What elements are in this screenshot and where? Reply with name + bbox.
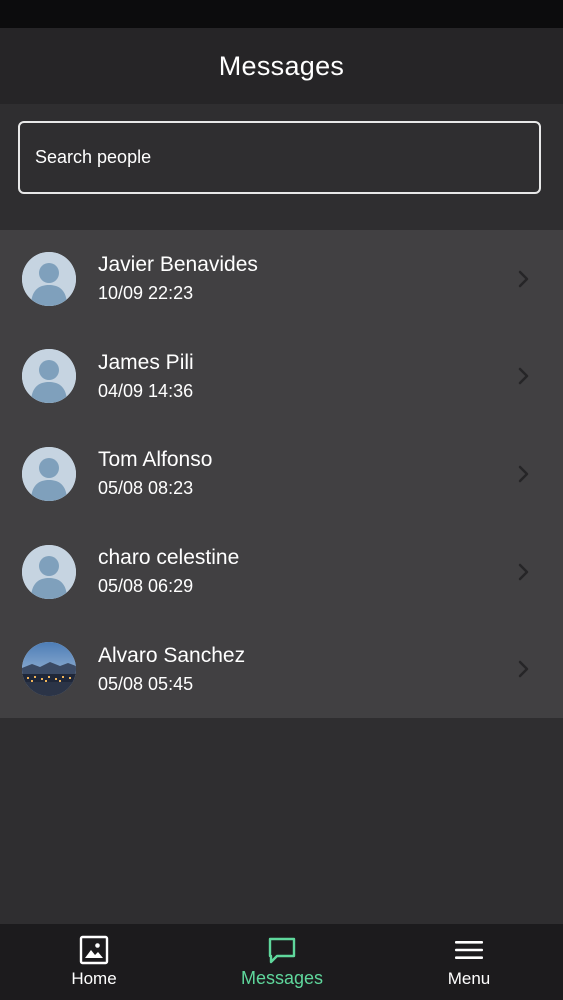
default-avatar-icon: [22, 349, 76, 404]
status-bar: [0, 0, 563, 28]
contact-name: charo celestine: [98, 546, 240, 570]
conversation-row[interactable]: James Pili 04/09 14:36: [0, 328, 563, 426]
message-timestamp: 04/09 14:36: [98, 380, 194, 401]
page-title: Messages: [218, 50, 345, 81]
message-timestamp: 05/08 06:29: [98, 576, 194, 597]
message-timestamp: 05/08 08:23: [98, 478, 194, 499]
chevron-right-icon: [518, 660, 529, 678]
conversation-list: Javier Benavides 10/09 22:23 James Pili …: [0, 230, 563, 718]
contact-name: Alvaro Sanchez: [98, 643, 246, 667]
gallery-icon: [79, 935, 109, 965]
contact-name: James Pili: [98, 350, 194, 374]
default-avatar-icon: [22, 446, 76, 501]
chevron-right-icon: [518, 563, 529, 580]
default-avatar-icon: [22, 544, 76, 599]
conversation-row[interactable]: Tom Alfonso 05/08 08:23: [0, 425, 563, 523]
empty-content-area: [0, 718, 563, 924]
chevron-right-icon: [518, 368, 529, 385]
search-input[interactable]: [35, 147, 515, 168]
contact-name: Javier Benavides: [98, 253, 258, 277]
message-timestamp: 05/08 05:45: [98, 673, 194, 694]
chevron-right-icon: [518, 270, 529, 288]
search-area: [0, 104, 563, 230]
message-timestamp: 10/09 22:23: [98, 283, 194, 304]
hamburger-menu-icon: [455, 941, 483, 959]
conversation-row[interactable]: Alvaro Sanchez 05/08 05:45: [0, 620, 563, 718]
chevron-right-icon: [518, 465, 529, 483]
conversation-row[interactable]: charo celestine 05/08 06:29: [0, 523, 563, 621]
tab-menu[interactable]: Menu: [375, 924, 563, 1000]
default-avatar-icon: [22, 251, 76, 306]
conversation-row[interactable]: Javier Benavides 10/09 22:23: [0, 230, 563, 328]
search-box[interactable]: [18, 121, 541, 194]
tab-home[interactable]: Home: [0, 924, 188, 1000]
chat-bubble-icon: [268, 937, 296, 964]
tab-label: Menu: [447, 969, 491, 988]
tab-label: Home: [71, 969, 117, 988]
city-night-photo: [22, 642, 76, 697]
tab-label: Messages: [240, 968, 324, 988]
tab-messages[interactable]: Messages: [188, 924, 376, 1000]
header: Messages: [0, 28, 563, 104]
contact-name: Tom Alfonso: [98, 448, 213, 472]
bottom-tab-bar: Home Messages Menu: [0, 924, 563, 1000]
